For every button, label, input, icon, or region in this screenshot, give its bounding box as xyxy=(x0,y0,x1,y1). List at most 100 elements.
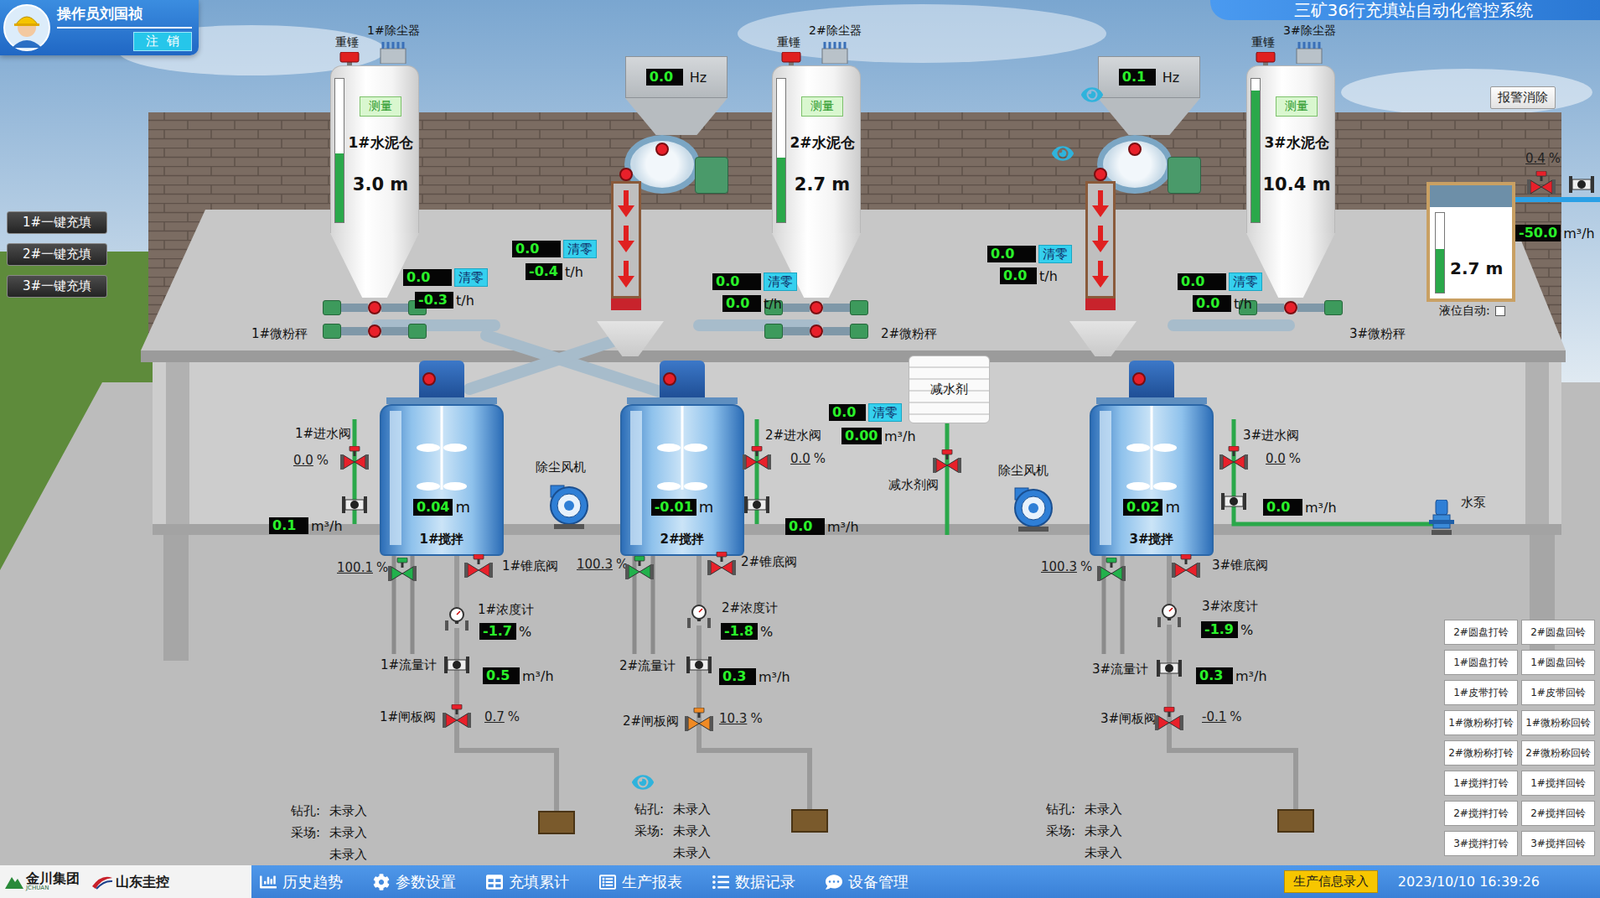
one-click-button[interactable]: 1#一键充填 xyxy=(6,211,108,234)
info-label: 钻孔: xyxy=(290,802,327,819)
borehole-info: 钻孔:未录入采场:未录入未录入 xyxy=(634,801,711,860)
view-eye-icon[interactable] xyxy=(1051,142,1074,165)
bell-button[interactable]: 3#搅拌回铃 xyxy=(1521,830,1595,856)
bell-button[interactable]: 3#搅拌打铃 xyxy=(1444,830,1518,856)
inlet-valve-label: 1#进水阀 xyxy=(295,425,352,442)
motor-status-dot[interactable] xyxy=(367,300,382,315)
bell-button[interactable]: 1#皮带回铃 xyxy=(1521,679,1595,705)
clear-button[interactable]: 清零 xyxy=(1228,272,1263,291)
belt-conveyor xyxy=(1084,167,1117,311)
view-eye-icon[interactable] xyxy=(1081,83,1103,106)
info-label: 采场: xyxy=(1045,823,1082,839)
water-supply-flow-value: -50.0 xyxy=(1515,224,1561,242)
bell-button[interactable]: 2#圆盘打铃 xyxy=(1444,619,1518,645)
cone-valve-label: 1#锥底阀 xyxy=(502,558,559,575)
cone-valve-label: 2#锥底阀 xyxy=(740,554,798,570)
motor-status-dot[interactable] xyxy=(1284,300,1298,315)
measure-button[interactable]: 测量 xyxy=(1275,96,1318,117)
scale-flow-value: 0.0 xyxy=(1192,295,1232,312)
belt-flow: -0.4t/h xyxy=(525,263,584,280)
cone-valve-icon[interactable] xyxy=(707,551,736,575)
measure-button[interactable]: 测量 xyxy=(359,96,402,117)
motor-status-dot[interactable] xyxy=(422,372,436,386)
one-click-button[interactable]: 3#一键充填 xyxy=(6,274,108,298)
bell-button[interactable]: 1#圆盘打铃 xyxy=(1444,649,1518,675)
nav-item[interactable]: 参数设置 xyxy=(372,871,456,892)
inlet-valve-icon[interactable] xyxy=(1219,445,1248,470)
logo-area: 金川集团JCHUAN山东圭控 xyxy=(0,864,252,898)
info-value: 未录入 xyxy=(673,801,711,817)
nav-item[interactable]: 生产报表 xyxy=(599,871,683,892)
logout-button[interactable]: 注 销 xyxy=(133,31,192,52)
swoosh-logo-icon xyxy=(91,873,114,891)
cement-silo: 重锤2#除尘器测量2#水泥仓2.7 m xyxy=(771,16,861,302)
scale-total: 0.0清零 xyxy=(403,268,488,287)
bell-button[interactable]: 2#微粉称回铃 xyxy=(1521,740,1595,766)
clear-button[interactable]: 清零 xyxy=(763,272,798,291)
bell-button[interactable]: 2#圆盘回铃 xyxy=(1521,619,1595,645)
water-valve-icon[interactable] xyxy=(1527,170,1556,195)
cone-valve-icon[interactable] xyxy=(1171,554,1201,578)
gate-valve-icon[interactable] xyxy=(442,704,472,728)
density: -1.8% xyxy=(720,622,773,640)
clear-button[interactable]: 清零 xyxy=(563,239,597,259)
bell-button[interactable]: 1#搅拌打铃 xyxy=(1444,770,1518,796)
nav-item[interactable]: 充填累计 xyxy=(486,871,570,892)
slurry-flow-value: 0.3 xyxy=(1196,667,1233,684)
motor-status-dot[interactable] xyxy=(662,372,677,386)
nav-icon xyxy=(372,873,390,891)
clear-button[interactable]: 清零 xyxy=(1038,244,1072,264)
bell-button[interactable]: 1#圆盘回铃 xyxy=(1521,649,1595,675)
water-meter-icon xyxy=(1221,489,1247,513)
bottom-valve-icon[interactable] xyxy=(388,557,417,581)
nav-item[interactable]: 历史趋势 xyxy=(259,871,343,892)
reducer-valve-icon[interactable] xyxy=(932,449,962,473)
bottom-valve-icon[interactable] xyxy=(1097,557,1126,581)
bell-button[interactable]: 2#搅拌回铃 xyxy=(1521,800,1595,826)
bell-button[interactable]: 2#搅拌打铃 xyxy=(1444,800,1518,826)
cone-valve-icon[interactable] xyxy=(464,554,493,578)
density-label: 2#浓度计 xyxy=(721,600,778,617)
info-value: 未录入 xyxy=(1084,844,1123,860)
motor-status-dot[interactable] xyxy=(367,324,382,338)
bell-button[interactable]: 1#皮带打铃 xyxy=(1444,679,1518,705)
motor-status-dot[interactable] xyxy=(1093,167,1108,182)
gate-valve-icon[interactable] xyxy=(684,707,714,731)
scale-total: 0.0清零 xyxy=(1177,272,1263,291)
measure-button[interactable]: 测量 xyxy=(801,96,844,117)
clear-button[interactable]: 清零 xyxy=(868,403,902,422)
nav-item[interactable]: 设备管理 xyxy=(825,871,909,892)
bell-button[interactable]: 2#微粉称打铃 xyxy=(1444,740,1518,766)
view-eye-icon[interactable] xyxy=(631,771,654,793)
bell-button[interactable]: 1#微粉称回铃 xyxy=(1521,709,1595,736)
motor-status-dot[interactable] xyxy=(655,142,669,156)
motor-status-dot[interactable] xyxy=(1132,372,1146,386)
motor-status-dot[interactable] xyxy=(619,167,633,182)
water-flow: 0.0m³/h xyxy=(1263,498,1337,516)
gate-valve-icon[interactable] xyxy=(1154,706,1184,731)
info-label: 钻孔: xyxy=(1045,801,1082,817)
alarm-reset-button[interactable]: 报警消除 xyxy=(1490,86,1556,109)
motor-status-dot[interactable] xyxy=(1128,142,1142,156)
nav-icon xyxy=(825,873,843,891)
plant-stage: 重锤1#除尘器测量1#水泥仓3.0 m1#微粉秤0.0清零-0.3t/h重锤2#… xyxy=(0,0,1600,865)
nav-item[interactable]: 数据记录 xyxy=(712,871,796,892)
motor-status-dot[interactable] xyxy=(809,324,824,338)
inlet-valve-icon[interactable] xyxy=(742,445,772,470)
bell-button[interactable]: 1#微粉称打铃 xyxy=(1444,709,1518,736)
level-auto-checkbox[interactable] xyxy=(1495,305,1506,316)
nav-list: 历史趋势 参数设置 充填累计 生产报表 数据记录 设备管理 xyxy=(259,864,909,898)
bottom-valve-icon[interactable] xyxy=(625,555,654,580)
inlet-valve-icon[interactable] xyxy=(340,445,369,470)
water-supply-flow: -50.0m³/h xyxy=(1515,224,1595,242)
motor-status-dot[interactable] xyxy=(809,300,824,315)
flowmeter-icon xyxy=(686,652,712,677)
inlet-valve-label: 2#进水阀 xyxy=(765,427,822,444)
water-meter-icon xyxy=(341,492,368,517)
clear-button[interactable]: 清零 xyxy=(454,268,488,287)
bell-button[interactable]: 1#搅拌回铃 xyxy=(1521,770,1595,796)
mixer-motor xyxy=(419,360,465,398)
one-click-button[interactable]: 2#一键充填 xyxy=(6,243,108,266)
production-entry-button[interactable]: 生产信息录入 xyxy=(1284,869,1378,893)
scale-total-value: 0.0 xyxy=(403,269,452,286)
